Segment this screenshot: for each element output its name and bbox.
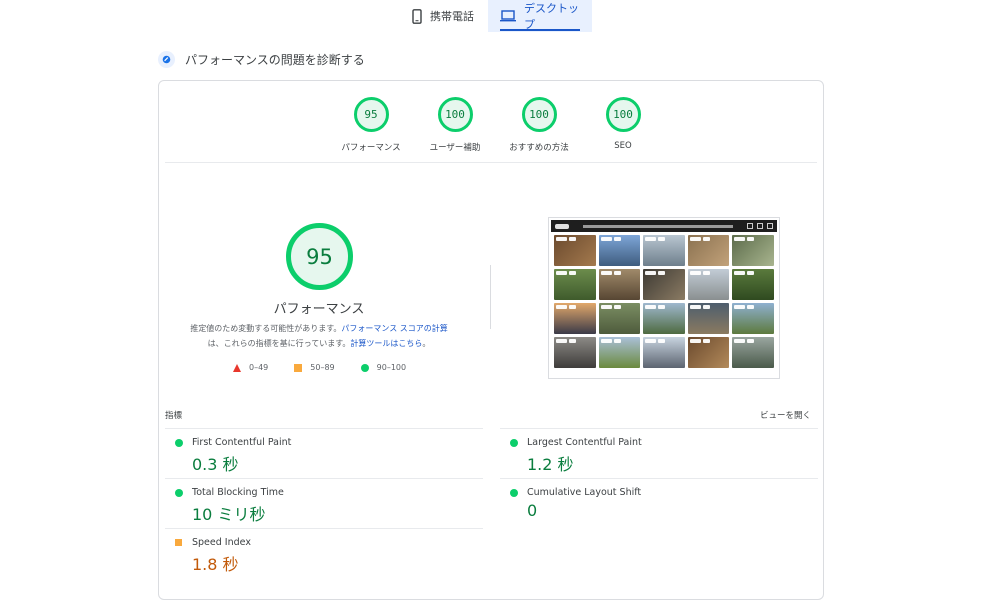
vertical-divider <box>490 265 491 329</box>
metric-name: First Contentful Paint <box>192 437 292 448</box>
thumbnail-image <box>598 337 641 368</box>
thumbnail-image <box>732 235 774 266</box>
score-gauge: 100 <box>605 97 641 132</box>
score-accessibility[interactable]: 100 ユーザー補助 <box>413 97 497 153</box>
score-performance[interactable]: 95 パフォーマンス <box>329 97 413 153</box>
legend-range: 0–49 <box>249 363 269 372</box>
pass-circle-icon <box>175 439 183 447</box>
metric-name: Cumulative Layout Shift <box>527 487 642 498</box>
legend-range: 90–100 <box>376 363 407 372</box>
diagnose-label: パフォーマンスの問題を診断する <box>185 53 365 67</box>
tab-desktop-label: デスクトップ <box>524 2 579 31</box>
site-button <box>747 223 753 229</box>
site-logo <box>555 223 569 229</box>
description-text: 。 <box>422 339 431 348</box>
thumbnail-image <box>554 337 596 368</box>
thumbnail-image <box>732 337 774 368</box>
divider <box>165 162 817 163</box>
performance-gauge: 95 <box>286 223 353 290</box>
tab-mobile[interactable]: 携帯電話 <box>398 0 488 32</box>
metric-value: 0 <box>527 501 538 520</box>
metric-tbt: Total Blocking Time 10 ミリ秒 <box>165 478 483 528</box>
thumbnail-image <box>687 303 730 334</box>
description-text: 推定値のため変動する可能性があります。 <box>190 324 342 333</box>
metric-name: Total Blocking Time <box>192 487 284 498</box>
score-legend: 0–49 50–89 90–100 <box>233 363 432 372</box>
average-square-icon <box>175 539 182 546</box>
site-button <box>767 223 773 229</box>
legend-fail: 0–49 <box>233 363 268 372</box>
site-button <box>757 223 763 229</box>
legend-range: 50–89 <box>310 363 335 372</box>
score-gauge: 100 <box>521 97 557 132</box>
metric-name: Speed Index <box>192 537 251 548</box>
open-view-toggle[interactable]: ビューを開く <box>760 409 811 421</box>
diagnose-heading: パフォーマンスの問題を診断する <box>158 51 365 68</box>
performance-title: パフォーマンス <box>273 302 365 317</box>
score-label: SEO <box>614 141 632 151</box>
thumbnail-image <box>687 235 730 266</box>
pass-circle-icon <box>175 489 183 497</box>
thumbnail-image <box>732 269 774 300</box>
tab-desktop[interactable]: デスクトップ <box>488 0 592 32</box>
performance-description: 推定値のため変動する可能性があります。パフォーマンス スコアの計算 は、これらの… <box>179 321 459 351</box>
thumbnail-image <box>554 303 596 334</box>
phone-icon <box>412 8 422 24</box>
score-gauge: 100 <box>437 97 473 132</box>
category-scores: 95 パフォーマンス 100 ユーザー補助 100 おすすめの方法 100 SE… <box>329 97 665 153</box>
metric-lcp: Largest Contentful Paint 1.2 秒 <box>500 428 818 478</box>
description-text: は、これらの指標を基に行っています。 <box>207 339 351 348</box>
thumbnail-image <box>598 235 641 266</box>
score-label: パフォーマンス <box>341 143 401 153</box>
metric-value: 0.3 秒 <box>192 455 239 474</box>
score-calculation-link[interactable]: パフォーマンス スコアの計算 <box>341 324 447 333</box>
metric-speed-index: Speed Index 1.8 秒 <box>165 528 483 578</box>
legend-pass: 90–100 <box>360 363 407 372</box>
screenshot-grid <box>551 232 777 371</box>
score-seo[interactable]: 100 SEO <box>581 97 665 153</box>
thumbnail-image <box>554 269 596 300</box>
thumbnail-image <box>687 269 730 300</box>
thumbnail-image <box>732 303 774 334</box>
lighthouse-icon <box>158 51 175 68</box>
thumbnail-image <box>643 337 685 368</box>
pass-circle-icon <box>510 489 518 497</box>
thumbnail-image <box>554 235 596 266</box>
circle-icon <box>360 363 369 372</box>
thumbnail-image <box>598 269 641 300</box>
triangle-icon <box>233 363 241 372</box>
site-title-bar <box>583 224 733 228</box>
score-label: おすすめの方法 <box>509 143 569 153</box>
metric-cls: Cumulative Layout Shift 0 <box>500 478 818 528</box>
metric-value: 1.8 秒 <box>192 555 239 574</box>
legend-average: 50–89 <box>294 363 335 372</box>
tab-mobile-label: 携帯電話 <box>430 10 474 23</box>
thumbnail-image <box>643 235 685 266</box>
device-tabs: 携帯電話 デスクトップ <box>398 0 592 32</box>
pass-circle-icon <box>510 439 518 447</box>
thumbnail-image <box>598 303 641 334</box>
screenshot-header <box>551 220 777 232</box>
thumbnail-image <box>643 303 685 334</box>
laptop-icon <box>500 10 516 22</box>
score-label: ユーザー補助 <box>429 143 481 153</box>
score-gauge: 95 <box>353 97 389 132</box>
thumbnail-image <box>687 337 730 368</box>
score-best-practices[interactable]: 100 おすすめの方法 <box>497 97 581 153</box>
calculator-link[interactable]: 計算ツールはこちら <box>350 339 422 348</box>
metric-name: Largest Contentful Paint <box>527 437 642 448</box>
metric-fcp: First Contentful Paint 0.3 秒 <box>165 428 483 478</box>
metric-value: 10 ミリ秒 <box>192 505 266 524</box>
metrics-header: 指標 <box>165 411 183 421</box>
square-icon <box>294 363 303 372</box>
thumbnail-image <box>643 269 685 300</box>
report-card: 95 パフォーマンス 100 ユーザー補助 100 おすすめの方法 100 SE… <box>158 80 824 600</box>
final-screenshot[interactable] <box>548 217 780 379</box>
metric-value: 1.2 秒 <box>527 455 574 474</box>
